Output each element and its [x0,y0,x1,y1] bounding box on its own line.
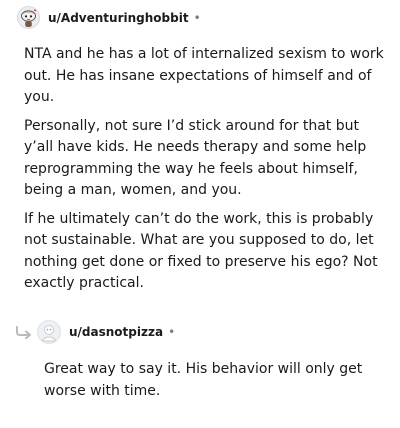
reply-arrow-icon [16,326,31,339]
snoo-avatar-icon [21,8,37,27]
user-avatar-icon[interactable] [17,6,40,29]
user-avatar-icon[interactable] [37,320,61,344]
default-avatar-icon [40,325,58,342]
comment-username[interactable]: u/dasnotpizza [69,325,163,339]
comment-body: NTA and he has a lot of internalized sex… [24,44,384,302]
reply-comment-body: Great way to say it. His behavior will o… [44,359,384,409]
comment-username[interactable]: u/Adventuringhobbit [48,11,189,25]
comment-paragraph: Personally, not sure I’d stick around fo… [24,117,367,199]
separator-dot: • [193,10,201,25]
separator-dot: • [168,325,176,339]
comment-paragraph: NTA and he has a lot of internalized sex… [24,46,384,105]
comment-header: u/Adventuringhobbit • [17,6,201,29]
comment-paragraph: If he ultimately can’t do the work, this… [24,210,378,292]
reply-comment-header: u/dasnotpizza • [14,320,175,344]
comment-paragraph: Great way to say it. His behavior will o… [44,361,363,399]
